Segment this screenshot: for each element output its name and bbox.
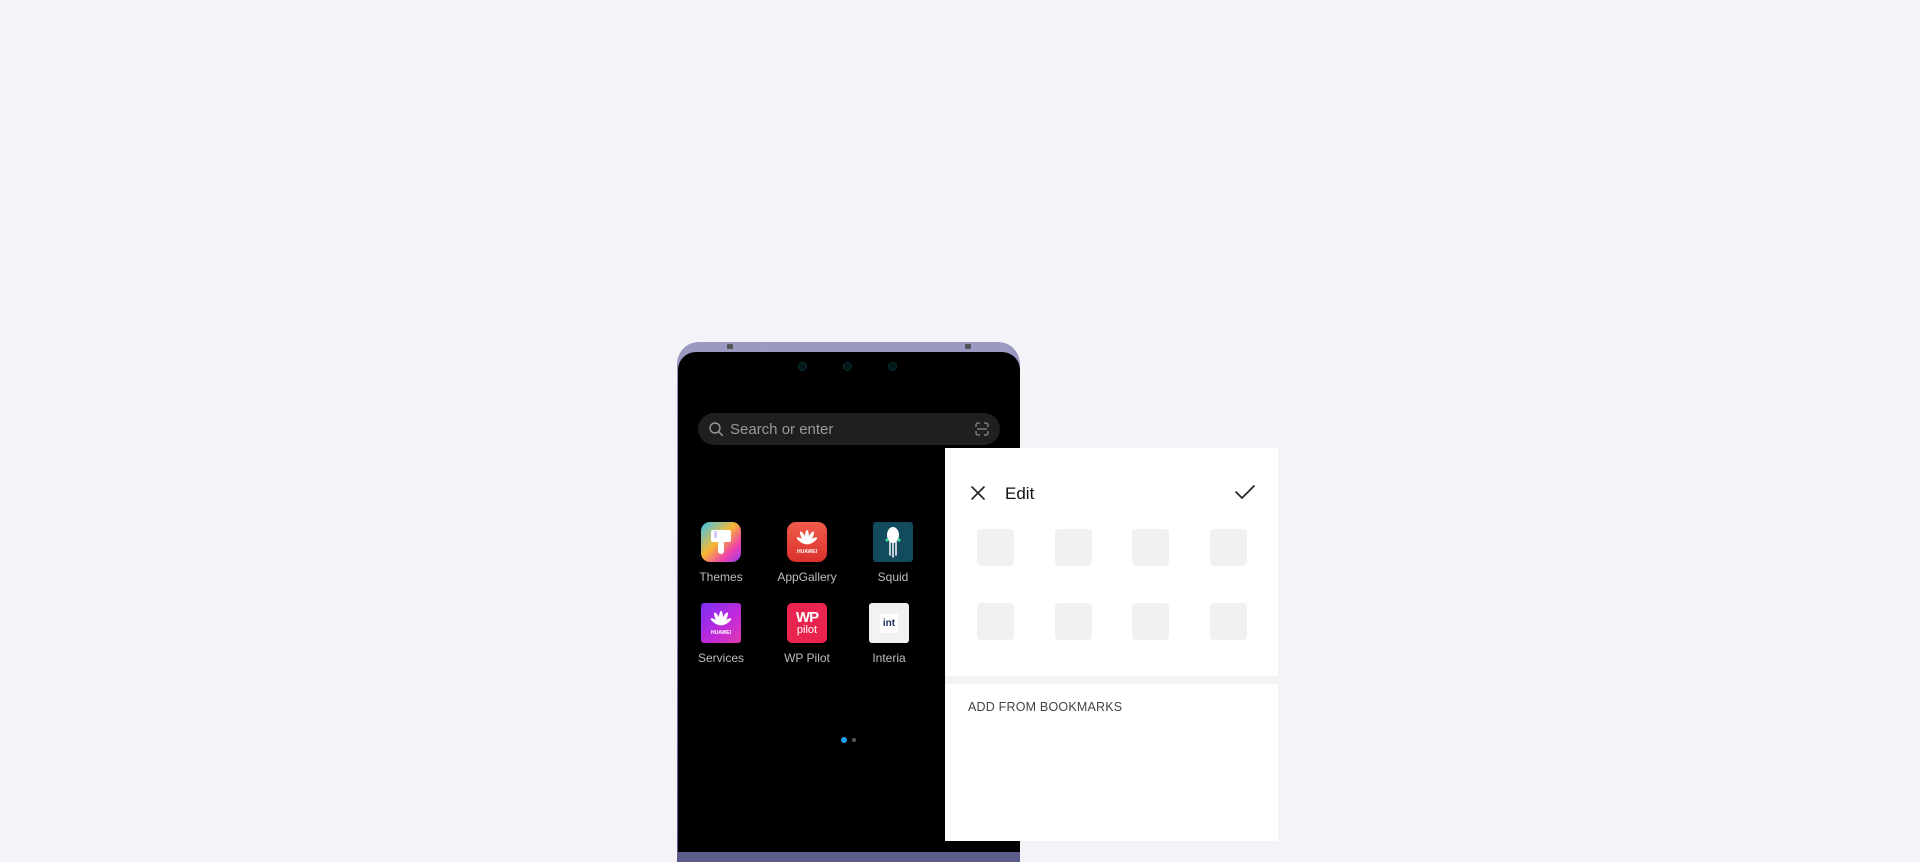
empty-shortcut-slot[interactable]: [1132, 603, 1169, 640]
scan-icon[interactable]: [974, 421, 990, 437]
huawei-logo-icon: [710, 610, 732, 625]
interia-app-icon: int: [869, 603, 909, 643]
interia-logo-text: int: [879, 613, 899, 633]
search-bar[interactable]: Search or enter: [698, 413, 1000, 445]
app-label: Interia: [872, 651, 906, 665]
phone-frame-button: [727, 344, 733, 349]
app-label: Themes: [699, 570, 743, 584]
empty-shortcut-slot[interactable]: [1209, 603, 1247, 640]
empty-shortcut-slot[interactable]: [1132, 529, 1169, 566]
themes-app-icon: [701, 522, 741, 562]
huawei-logo-icon: [796, 529, 818, 544]
appgallery-app-icon: HUAWEI: [787, 522, 827, 562]
empty-shortcut-slot[interactable]: [1054, 603, 1092, 640]
app-interia[interactable]: int Interia: [846, 603, 932, 665]
phone-frame-button: [965, 344, 971, 349]
add-from-bookmarks-heading: ADD FROM BOOKMARKS: [968, 700, 1123, 714]
empty-shortcut-slot[interactable]: [977, 603, 1014, 640]
app-wp-pilot[interactable]: WP pilot WP Pilot: [764, 603, 850, 665]
edit-title: Edit: [1005, 484, 1035, 503]
edit-panel: Edit ADD FROM BOOKMARKS: [945, 448, 1278, 841]
app-label: Services: [697, 651, 744, 665]
wp-logo-text: WP: [795, 609, 819, 626]
sensor-dot: [843, 362, 852, 371]
front-sensors: [678, 362, 1020, 372]
services-app-icon: HUAWEI: [701, 603, 741, 643]
sensor-dot: [888, 362, 897, 371]
sensor-dot: [798, 362, 807, 371]
app-label: AppGallery: [777, 570, 837, 584]
huawei-brand-text: HUAWEI: [797, 548, 817, 555]
squid-app-icon: [873, 522, 913, 562]
wp-pilot-app-icon: WP pilot: [787, 603, 827, 643]
page-indicator: [841, 737, 856, 743]
app-squid[interactable]: Squid: [850, 522, 936, 584]
empty-shortcut-slot[interactable]: [1209, 529, 1247, 566]
app-services[interactable]: HUAWEI Services: [678, 603, 764, 665]
page-dot-active[interactable]: [841, 737, 847, 743]
section-divider: [945, 676, 1278, 684]
edit-header: Edit: [945, 448, 1278, 538]
app-themes[interactable]: Themes: [678, 522, 764, 584]
huawei-brand-text: HUAWEI: [711, 629, 731, 636]
search-input[interactable]: Search or enter: [730, 421, 974, 438]
app-label: Squid: [877, 570, 909, 584]
close-icon[interactable]: [969, 484, 987, 502]
search-icon: [709, 422, 724, 437]
empty-shortcut-slot[interactable]: [977, 529, 1014, 566]
pilot-logo-text: pilot: [796, 624, 818, 636]
app-label: WP Pilot: [784, 651, 830, 665]
page-dot[interactable]: [852, 738, 856, 742]
app-appgallery[interactable]: HUAWEI AppGallery: [764, 522, 850, 584]
shortcut-slots: [977, 529, 1247, 640]
check-icon[interactable]: [1234, 482, 1256, 502]
empty-shortcut-slot[interactable]: [1054, 529, 1092, 566]
